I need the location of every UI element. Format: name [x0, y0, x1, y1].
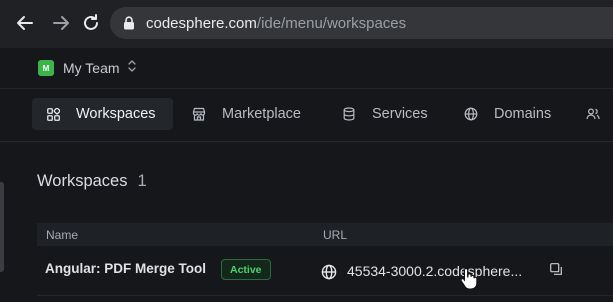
team-avatar[interactable]: M [38, 60, 54, 76]
browser-toolbar: codesphere.com/ide/menu/workspaces [0, 0, 613, 48]
reload-button[interactable] [78, 10, 104, 36]
column-header-url[interactable]: URL [323, 228, 347, 242]
back-button[interactable] [12, 10, 38, 36]
team-bar: M My Team [0, 48, 613, 88]
tab-label: Workspaces [76, 106, 156, 122]
column-header-name[interactable]: Name [46, 228, 78, 242]
table-header: Name URL [37, 223, 613, 246]
database-icon [342, 107, 356, 121]
url-host: codesphere.com [146, 14, 257, 32]
divider [0, 88, 613, 89]
hand-cursor-icon [460, 267, 480, 290]
workspace-url[interactable]: 45534-3000.2.codesphere... [347, 263, 522, 279]
tab-workspaces[interactable]: Workspaces [32, 98, 173, 130]
users-icon [586, 107, 600, 121]
divider [0, 141, 613, 142]
grid-icon [46, 107, 60, 121]
tab-label: Marketplace [222, 106, 301, 122]
workspace-name[interactable]: Angular: PDF Merge Tool [45, 261, 206, 276]
page-title: Workspaces 1 [37, 172, 147, 191]
window-edge [0, 182, 4, 272]
globe-icon [321, 264, 337, 280]
tab-services[interactable]: Services [330, 98, 428, 130]
url-text: codesphere.com/ide/menu/workspaces [146, 15, 406, 32]
address-bar[interactable]: codesphere.com/ide/menu/workspaces [110, 7, 613, 39]
url-path: /ide/menu/workspaces [256, 14, 407, 32]
tab-label: Domains [494, 106, 552, 122]
team-name[interactable]: My Team [63, 60, 120, 76]
arrow-right-icon [53, 16, 69, 30]
store-icon [192, 107, 206, 121]
forward-button[interactable] [48, 10, 74, 36]
main-nav: Workspaces Marketplace Services Domains [0, 98, 613, 132]
table-row[interactable]: Angular: PDF Merge Tool Active 45534-300… [37, 246, 613, 296]
reload-icon [84, 14, 98, 30]
status-badge: Active [221, 259, 271, 280]
tab-label: Services [372, 106, 428, 122]
workspace-count: 1 [137, 172, 147, 190]
tab-team[interactable] [578, 98, 613, 130]
lock-icon [122, 16, 136, 30]
copy-icon[interactable] [550, 263, 564, 277]
chevron-up-down-icon[interactable] [128, 59, 136, 76]
tab-domains[interactable]: Domains [452, 98, 551, 130]
tab-marketplace[interactable]: Marketplace [180, 98, 301, 130]
arrow-left-icon [17, 16, 33, 30]
globe-icon [464, 107, 478, 121]
page-title-text: Workspaces [37, 172, 128, 190]
